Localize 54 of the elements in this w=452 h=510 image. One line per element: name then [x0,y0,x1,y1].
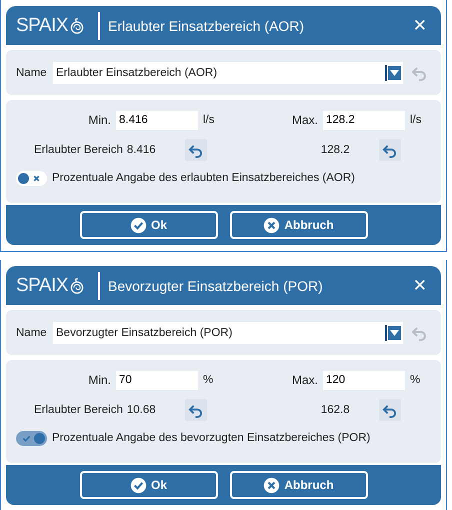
range-value: 10.68 [126,404,157,416]
toggle-switch[interactable] [16,170,47,186]
reset-button[interactable] [378,399,401,421]
name-label: Name [16,66,48,78]
limit-input[interactable]: 120 [323,370,405,390]
window-title: Erlaubter Einsatzbereich (AOR) [108,18,306,34]
undo-icon [188,142,204,158]
name-combobox[interactable]: Erlaubter Einsatzbereich (AOR) [53,62,403,84]
cancel-button[interactable]: Abbruch [230,471,368,499]
limit-input[interactable]: 70 [116,370,198,390]
unit-label: % [409,374,422,386]
name-label: Name [16,326,48,338]
range-label: Erlaubter Bereich [33,404,123,416]
check-circle-icon [130,216,147,234]
cancel-button[interactable]: Abbruch [230,211,368,239]
limit-input[interactable]: 128.2 [323,110,405,130]
reset-button[interactable] [184,399,207,421]
close-button[interactable]: ✕ [408,16,431,36]
limit-label: Max. [290,113,319,127]
unit-label: l/s [202,114,216,126]
dropdown-icon[interactable] [385,324,401,340]
swirl-icon [69,16,86,34]
ok-button[interactable]: Ok [80,471,218,499]
unit-label: l/s [409,114,422,126]
reset-button[interactable] [184,139,207,161]
window-title: Bevorzugter Einsatzbereich (POR) [108,278,324,294]
close-button[interactable]: ✕ [408,276,431,296]
limit-label: Min. [87,113,112,127]
limit-input[interactable]: 8.416 [116,110,198,130]
unit-label: % [202,374,214,386]
check-icon [22,434,31,442]
reset-button[interactable] [378,139,401,161]
cross-circle-icon [263,216,280,234]
toggle-label: Prozentuale Angabe des bevorzugten Einsatzbereiches (POR) [52,432,370,444]
limit-label: Min. [87,373,112,387]
logo-text: SPAIX [16,274,68,296]
undo-icon [382,402,398,418]
cross-icon [32,174,41,182]
check-circle-icon [130,476,147,494]
undo-icon [382,142,398,158]
logo-text: SPAIX [16,14,68,36]
toggle-label: Prozentuale Angabe des erlaubten Einsatzbereiches (AOR) [52,172,356,184]
range-value: 128.2 [320,144,351,156]
toggle-switch[interactable] [16,430,47,446]
name-combobox[interactable]: Bevorzugter Einsatzbereich (POR) [53,322,403,344]
range-value: 8.416 [126,144,157,156]
swirl-icon [69,276,86,294]
ok-button[interactable]: Ok [80,211,218,239]
cross-circle-icon [263,476,280,494]
range-label: Erlaubter Bereich [33,144,123,156]
range-value: 162.8 [320,404,351,416]
dropdown-icon[interactable] [385,64,401,80]
undo-icon [188,402,204,418]
limit-label: Max. [290,373,319,387]
